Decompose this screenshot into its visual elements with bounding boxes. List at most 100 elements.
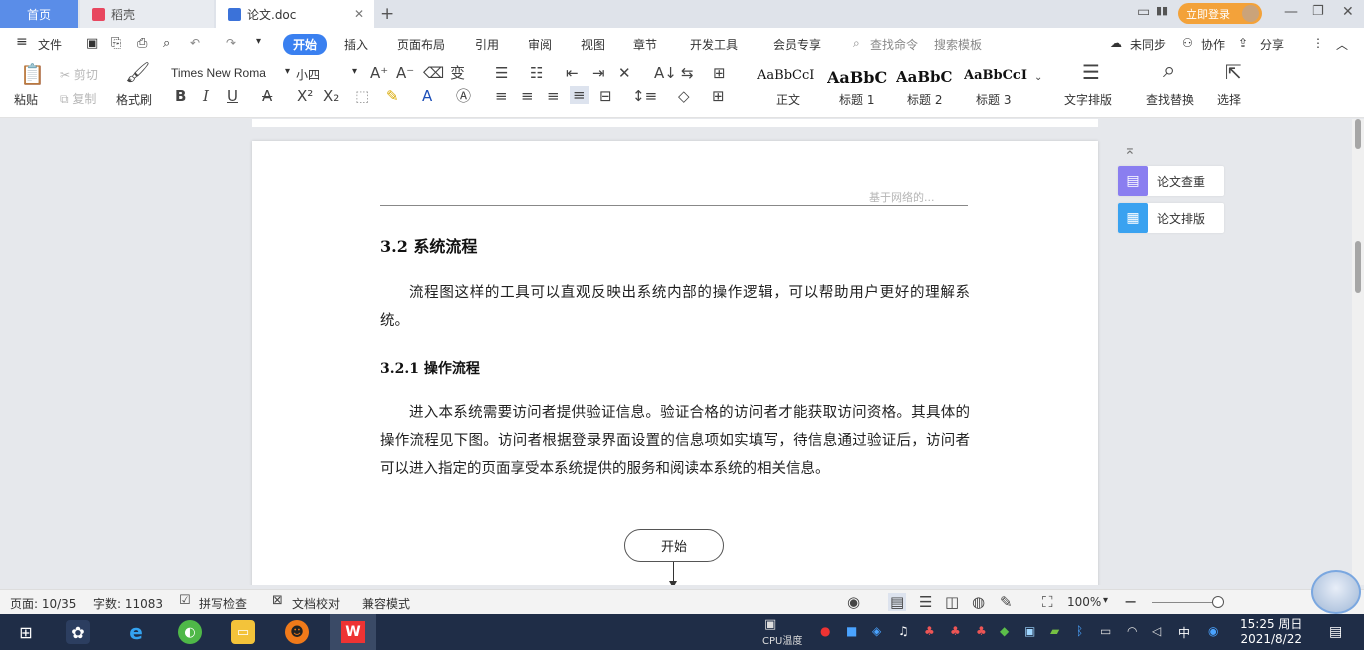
tab-home[interactable]: 首页 [0,0,78,28]
eye-protect-icon[interactable]: ◉ [847,593,860,611]
export-icon[interactable]: ⎘ [111,36,121,51]
tab-document[interactable]: 论文.doc ✕ [216,0,374,28]
align-right-icon[interactable]: ≡ [547,88,560,104]
hamburger-icon[interactable]: ≡ [16,34,28,50]
close-tab-icon[interactable]: ✕ [354,7,364,21]
scrollbar-top-thumb[interactable] [1355,119,1361,149]
phonetic-icon[interactable]: 变 [450,65,465,81]
styles-more-icon[interactable]: ⌄ [1034,70,1042,86]
clear-format-icon[interactable]: ⌫ [423,65,444,81]
volume-icon[interactable]: ◁ [1152,624,1161,638]
char-border-icon[interactable]: Ⓐ [456,88,471,104]
login-button[interactable]: 立即登录 [1178,3,1262,24]
tray-app-2-icon[interactable]: ■ [846,624,857,638]
menu-start[interactable]: 开始 [283,34,328,55]
highlight-icon[interactable]: ✎ [386,88,399,104]
collapse-ribbon-icon[interactable]: ︿ [1336,36,1348,53]
paste-button[interactable]: 粘贴 [14,91,38,108]
proofread-button[interactable]: 文档校对 [292,595,340,612]
word-count[interactable]: 字数: 11083 [93,595,163,612]
sort-icon[interactable]: A↓ [654,65,677,81]
tab-docer[interactable]: 稻壳 [80,0,214,28]
chinese-layout-icon[interactable]: ✕ [618,65,631,81]
numbered-list-icon[interactable]: ☷ [530,65,543,81]
tray-app-3-icon[interactable]: ◆ [1000,624,1009,638]
ie-browser-icon[interactable]: e [124,620,148,644]
shading-icon[interactable]: ◇ [678,88,690,104]
format-painter-button[interactable]: 格式刷 [116,91,152,108]
show-marks-icon[interactable]: ⇆ [681,65,694,81]
style-heading2-sample[interactable]: AaBbC [896,68,960,86]
menu-references[interactable]: 引用 [475,36,499,53]
ime-app-icon[interactable]: ◉ [1208,624,1218,638]
write-mode-icon[interactable]: ✎ [1000,593,1013,611]
nvidia-icon[interactable]: ▰ [1050,624,1059,638]
grow-font-icon[interactable]: A⁺ [370,65,388,81]
print-preview-icon[interactable]: ⌕ [163,36,170,51]
help-icon[interactable]: ⋮ [1312,36,1324,50]
qq-icon-2[interactable]: ♣ [950,624,961,638]
zoom-out-button[interactable]: − [1124,592,1137,611]
bell-icon[interactable]: ♫ [898,624,909,638]
bullet-list-icon[interactable]: ☰ [495,65,508,81]
align-center-icon[interactable]: ≡ [521,88,534,104]
redo-icon[interactable]: ↷ [226,36,236,50]
paper-check-button[interactable]: ▤ 论文查重 [1118,166,1224,196]
menu-developer[interactable]: 开发工具 [690,36,738,53]
fit-page-icon[interactable]: ⛶ [1042,593,1053,611]
paper-layout-button[interactable]: ▦ 论文排版 [1118,203,1224,233]
borders-icon[interactable]: ⊞ [712,88,725,104]
vertical-scrollbar[interactable] [1352,119,1364,585]
find-replace-button[interactable]: 查找替换 [1146,91,1194,108]
battery-icon[interactable]: ▭ [1100,624,1111,638]
search-command[interactable]: 查找命令 [870,36,918,53]
cpu-monitor-icon[interactable]: ▣ [764,617,776,632]
zoom-dropdown-icon[interactable]: ▾ [1103,595,1108,606]
align-left-icon[interactable]: ≡ [495,88,508,104]
outline-view-icon[interactable]: ☰ [919,593,932,611]
file-explorer-icon[interactable]: ▭ [231,620,255,644]
superscript-icon[interactable]: X² [297,88,313,104]
justify-icon[interactable]: ≡ [570,86,589,104]
style-heading1-sample[interactable]: AaBbC [827,68,891,87]
wifi-icon[interactable]: ◠ [1127,624,1137,638]
tray-app-4-icon[interactable]: ▣ [1024,624,1035,638]
page-indicator[interactable]: 页面: 10/35 [10,595,76,612]
wps-taskbar-item[interactable]: W [330,614,376,650]
font-color-icon[interactable]: A [422,88,432,104]
subscript-icon[interactable]: X₂ [323,88,339,104]
reading-view-icon[interactable]: ◫ [945,593,959,611]
undo-icon[interactable]: ↶ [190,36,200,50]
game-app-icon[interactable]: ☻ [285,620,309,644]
sync-status[interactable]: 未同步 [1130,36,1166,53]
save-icon[interactable]: ▣ [86,36,98,51]
system-clock[interactable]: 15:25 周日 2021/8/22 [1240,617,1302,647]
menu-review[interactable]: 审阅 [528,36,552,53]
close-window-button[interactable]: ✕ [1342,4,1354,20]
menu-page-layout[interactable]: 页面布局 [397,36,445,53]
font-size-dropdown-icon[interactable]: ▾ [352,66,357,77]
menu-chapter[interactable]: 章节 [633,36,657,53]
shield-icon[interactable]: ◈ [872,624,881,638]
tab-stops-icon[interactable]: ⊞ [713,65,726,81]
collab-button[interactable]: 协作 [1201,36,1225,53]
font-name-select[interactable]: Times New Roma [171,66,289,80]
windows-start-icon[interactable]: ⊞ [14,620,38,644]
web-view-icon[interactable]: ◍ [972,593,985,611]
italic-icon[interactable]: I [203,88,209,104]
font-size-select[interactable]: 小四 [296,66,320,83]
page-view-icon[interactable]: ▤ [888,593,907,611]
ime-indicator[interactable]: 中 [1178,624,1190,641]
text-layout-button[interactable]: 文字排版 [1064,91,1112,108]
quick-access-dropdown-icon[interactable]: ▾ [256,36,261,47]
tray-app-1-icon[interactable]: ● [820,624,830,638]
select-button[interactable]: 选择 [1217,91,1241,108]
menu-file[interactable]: 文件 [38,36,62,53]
underline-icon[interactable]: U [227,88,238,104]
restore-button[interactable]: ❐ [1312,4,1324,19]
bold-icon[interactable]: B [175,88,186,104]
menu-insert[interactable]: 插入 [344,36,368,53]
browser-360-icon[interactable]: ◐ [178,620,202,644]
menu-member[interactable]: 会员专享 [773,36,821,53]
spell-check-button[interactable]: 拼写检查 [199,595,247,612]
